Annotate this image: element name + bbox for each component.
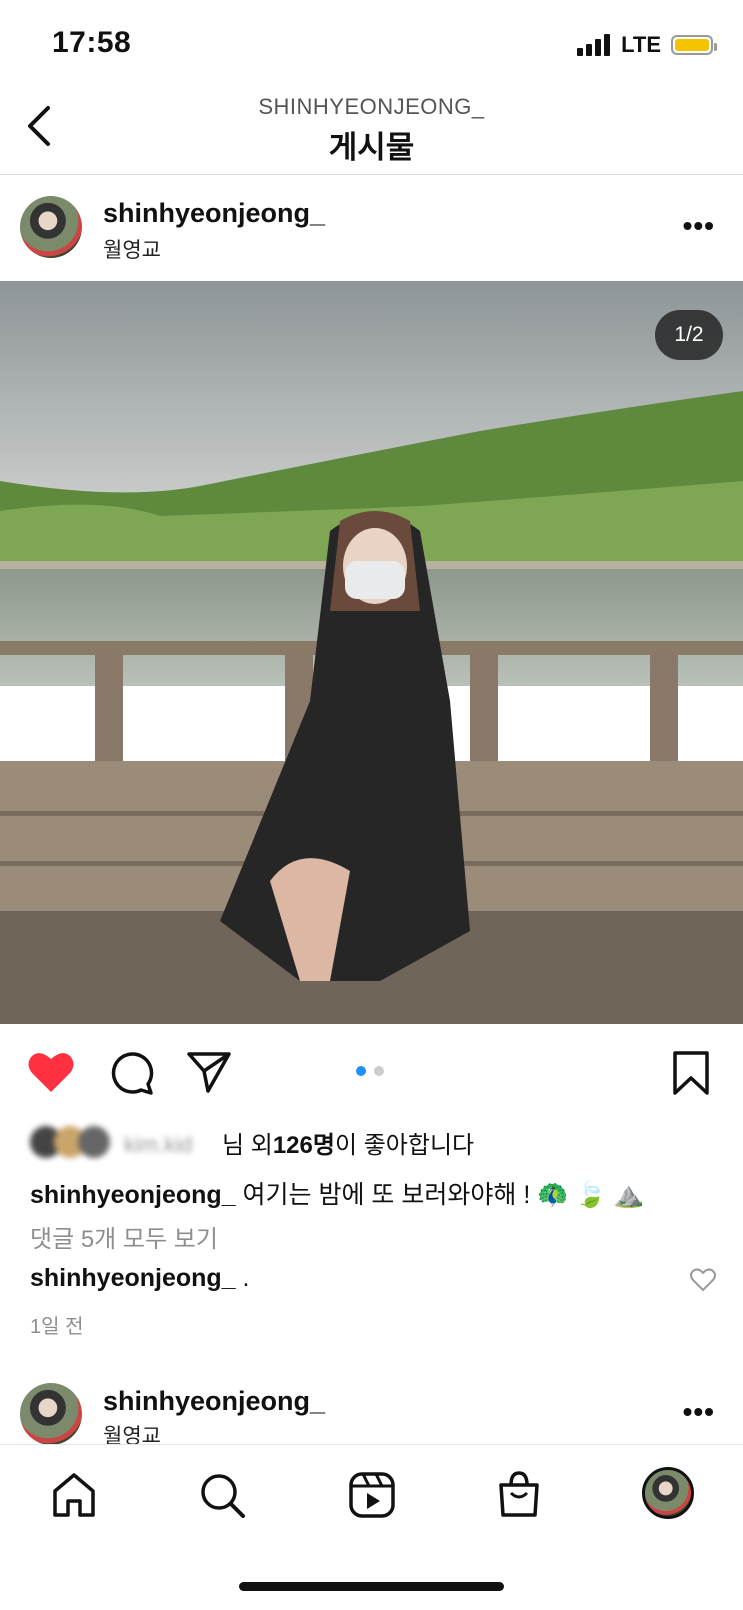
comment-icon[interactable] — [108, 1050, 154, 1096]
liker-avatars: kim.kid — [30, 1124, 192, 1160]
like-heart-icon[interactable] — [27, 1050, 75, 1094]
home-icon[interactable] — [50, 1471, 98, 1519]
share-icon[interactable] — [186, 1050, 232, 1094]
search-icon[interactable] — [198, 1471, 246, 1519]
caption-username[interactable]: shinhyeonjeong_ — [30, 1181, 236, 1209]
post-header: SHINHYEONJEONG_ 게시물 — [0, 88, 743, 175]
page-title: 게시물 — [328, 130, 415, 165]
next-post-avatar[interactable] — [20, 1383, 82, 1445]
next-post-username[interactable]: shinhyeonjeong_ — [103, 1386, 325, 1417]
post-timestamp: 1일 전 — [30, 1316, 84, 1338]
author-username[interactable]: shinhyeonjeong_ — [103, 198, 325, 229]
likes-summary[interactable]: kim.kid 님 외 126명 이 좋아합니다 — [30, 1124, 474, 1160]
comment-like-icon[interactable] — [690, 1268, 716, 1292]
status-indicators: LTE — [577, 32, 717, 58]
carousel-dot-active — [356, 1066, 366, 1076]
profile-avatar[interactable] — [642, 1467, 694, 1519]
comment-username[interactable]: shinhyeonjeong_ — [30, 1264, 236, 1292]
account-name: SHINHYEONJEONG_ — [258, 94, 485, 119]
comment-preview: shinhyeonjeong_ . — [30, 1264, 250, 1293]
signal-icon — [577, 34, 611, 56]
network-label: LTE — [621, 32, 661, 57]
post-caption: shinhyeonjeong_ 여기는 밤에 또 보러와야해 ! 🦚 🍃 ⛰️ — [30, 1175, 645, 1211]
view-all-comments-link[interactable]: 댓글 5개 모두 보기 — [30, 1219, 218, 1254]
author-avatar[interactable] — [20, 196, 82, 258]
carousel-dot — [374, 1066, 384, 1076]
next-post-more-icon[interactable]: ••• — [683, 1396, 715, 1428]
post-photo[interactable] — [0, 281, 743, 1024]
battery-icon — [671, 35, 717, 55]
likes-prefix: 님 외 — [222, 1131, 273, 1159]
reels-icon[interactable] — [348, 1471, 396, 1519]
image-counter: 1/2 — [655, 310, 723, 360]
blurred-liker-name: kim.kid — [124, 1132, 193, 1157]
more-options-icon[interactable]: ••• — [683, 210, 715, 242]
comment-text: . — [235, 1264, 250, 1292]
likes-suffix: 이 좋아합니다 — [334, 1131, 475, 1159]
caption-text: 여기는 밤에 또 보러와야해 ! 🦚 🍃 ⛰️ — [235, 1181, 645, 1209]
shop-icon[interactable] — [495, 1469, 543, 1519]
bookmark-icon[interactable] — [672, 1050, 710, 1096]
carousel-indicator — [356, 1066, 384, 1076]
post-location[interactable]: 월영교 — [103, 234, 161, 264]
status-time: 17:58 — [52, 26, 132, 59]
home-indicator — [239, 1582, 504, 1591]
likes-count: 126명 — [272, 1131, 335, 1159]
photo-image — [0, 281, 743, 1024]
